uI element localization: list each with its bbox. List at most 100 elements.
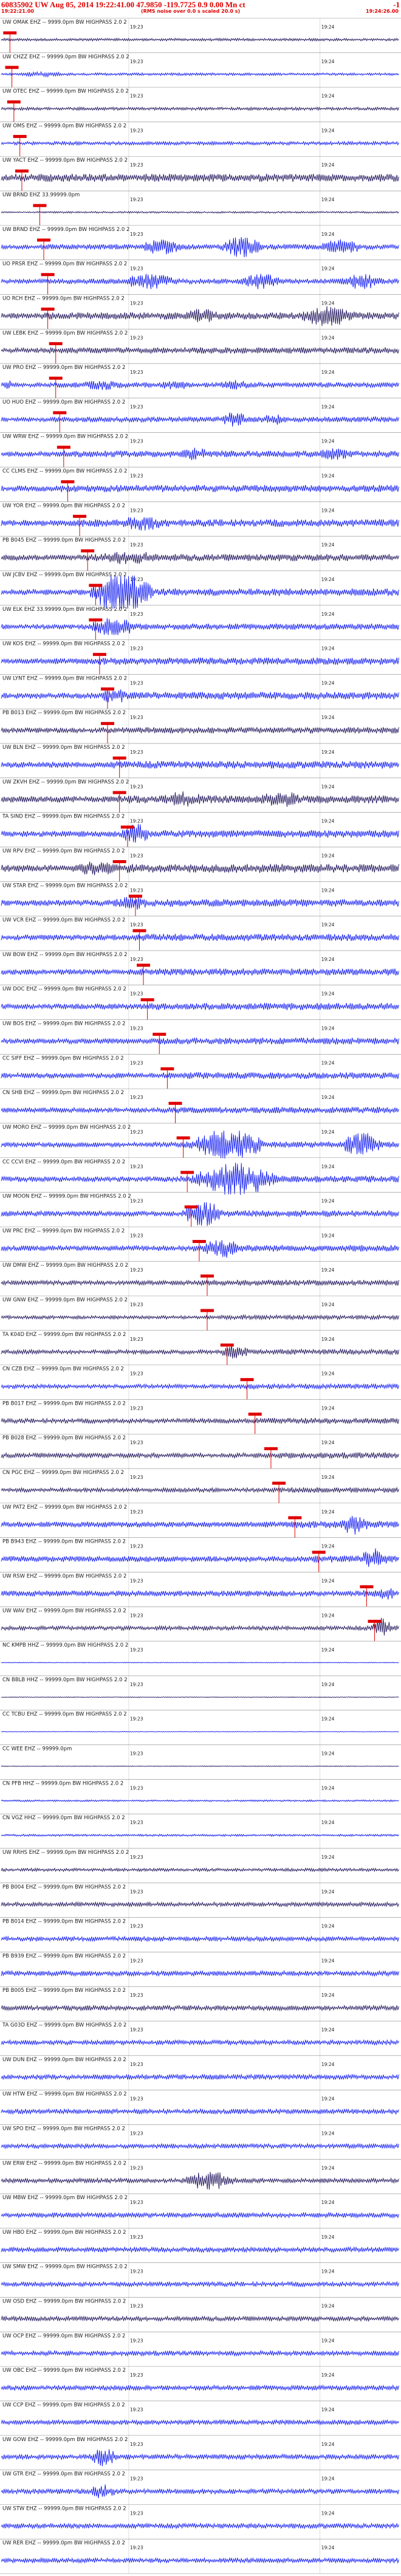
time-tick-label: 19:24 <box>321 1267 335 1273</box>
trace-label: UW JCBV EHZ -- 99999.0pm BW HIGHPASS 2.0… <box>2 572 127 578</box>
time-tick-label: 19:23 <box>130 749 143 755</box>
trace-label: UW GNW EHZ -- 99999.0pm BW HIGHPASS 2.0 … <box>2 1297 128 1303</box>
waveform-line <box>1 236 399 258</box>
trace-row: UW CHZZ EHZ -- 99999.0pm BW HIGHPASS 2.0… <box>0 52 401 88</box>
trace-row: UO RCH EHZ -- 99999.0pm BW HIGHPASS 2.0 … <box>0 294 401 329</box>
waveform-line <box>1 760 399 769</box>
trace-row: PB B943 EHZ -- 99999.0pm BW HIGHPASS 2.0… <box>0 1537 401 1572</box>
time-tick-label: 19:24 <box>321 715 335 720</box>
trace-row: UO PRSR EHZ -- 99999.0pm BW HIGHPASS 2.0… <box>0 260 401 295</box>
waveform-line <box>1 447 399 460</box>
trace-label: CC WEE EHZ -- 99999.0pm <box>2 1746 72 1752</box>
waveform-line <box>1 689 399 703</box>
trace-label: UW HTW EHZ -- 99999.0pm BW HIGHPASS 2.0 … <box>2 2092 127 2098</box>
trace-row: PB B014 EHZ -- 99999.0pm BW HIGHPASS 2.0… <box>0 1917 401 1943</box>
time-tick-label: 19:24 <box>321 1992 335 1998</box>
time-tick-label: 19:24 <box>321 680 335 686</box>
time-tick-label: 19:24 <box>321 2476 335 2482</box>
waveform-line <box>1 575 399 609</box>
trace-row: TA K04D EHZ -- 99999.0pm BW HIGHPASS 2.0… <box>0 1330 401 1365</box>
time-tick-label: 19:24 <box>321 474 335 479</box>
trace-label: UW BRND EHZ 33.99999.0pm <box>2 192 80 198</box>
trace-label: UW RPV EHZ -- 99999.0pm BW HIGHPASS 2.0 … <box>2 848 125 854</box>
waveform-line <box>1 726 399 734</box>
trace-row: UW MORO EHZ -- 99999.0pm BW HIGHPASS 2.0… <box>0 1123 401 1159</box>
waveform-line <box>1 1106 399 1114</box>
waveform-line <box>1 1314 399 1321</box>
waveform-line <box>1 2246 399 2253</box>
waveform-line <box>1 1548 399 1567</box>
trace-row: UW RSW EHZ -- 99999.0pm BW HIGHPASS 2.0 … <box>0 1572 401 1607</box>
trace-label: UW MOON EHZ -- 99999.0pm BW HIGHPASS 2.0… <box>2 1194 131 1200</box>
waveform-line <box>1 2211 399 2219</box>
waveform-line <box>1 618 399 635</box>
time-tick-label: 19:23 <box>130 1371 143 1377</box>
time-tick-label: 19:24 <box>321 1647 335 1653</box>
time-tick-label: 19:24 <box>321 59 335 64</box>
time-tick-label: 19:23 <box>130 370 143 375</box>
trace-row: UW ERW EHZ -- 99999.0pm BW HIGHPASS 2.0 … <box>0 2158 401 2190</box>
trace-label: UO HUO EHZ -- 99999.0pm BW HIGHPASS 2.0 … <box>2 399 125 405</box>
trace-label: PB B028 EHZ -- 99999.0pm BW HIGHPASS 2.0… <box>2 1435 126 1441</box>
waveform-line <box>1 1617 399 1636</box>
time-tick-label: 19:23 <box>130 1440 143 1445</box>
trace-label: CN BBLB HHZ -- 99999.0pm BW HIGHPASS 2.0… <box>2 1677 128 1683</box>
time-tick-label: 19:23 <box>130 2200 143 2205</box>
time-tick-label: 19:24 <box>321 991 335 997</box>
waveform-line <box>1 2281 399 2288</box>
trace-label: UW OTEC EHZ -- 99999.0pm BW HIGHPASS 2.0… <box>2 89 129 95</box>
trace-row: UW YACT EHZ -- 99999.0pm BW HIGHPASS 2.0… <box>0 156 401 191</box>
waveform-line <box>1 1799 399 1803</box>
trace-label: UW MBW EHZ -- 99999.0pm BW HIGHPASS 2.0 … <box>2 2195 128 2201</box>
trace-label: UW GOW EHZ -- 99999.0pm BW HIGHPASS 2.0 … <box>2 2437 128 2443</box>
time-tick-label: 19:24 <box>321 784 335 790</box>
waveform-line <box>1 1662 399 1664</box>
time-tick-label: 19:23 <box>130 2545 143 2550</box>
time-tick-label: 19:24 <box>321 2096 335 2102</box>
time-tick-label: 19:24 <box>321 2442 335 2447</box>
time-tick-label: 19:23 <box>130 784 143 790</box>
waveform-line <box>1 1833 399 1837</box>
trace-label: UW OMAK EHZ -- 9999.0pm BW HIGHPASS 2.0 … <box>2 19 127 26</box>
trace-label: CN CZB EHZ -- 99999.0pm BW HIGHPASS 2.0 … <box>2 1366 124 1372</box>
trace-row: PB B013 EHZ -- 99999.0pm BW HIGHPASS 2.0… <box>0 708 401 744</box>
time-tick-label: 19:23 <box>130 404 143 410</box>
waveform-line <box>1 71 399 78</box>
time-tick-label: 19:24 <box>321 24 335 30</box>
time-tick-label: 19:24 <box>321 1475 335 1480</box>
waveform-line <box>1 2315 399 2323</box>
waveform-line <box>1 2073 399 2081</box>
waveform-line <box>1 2522 399 2530</box>
waveform-line <box>1 2143 399 2150</box>
trace-row: UW CCP EHZ -- 99999.0pm BW HIGHPASS 2.0 … <box>0 2400 401 2426</box>
trace-row: CN CZB EHZ -- 99999.0pm BW HIGHPASS 2.0 … <box>0 1365 401 1400</box>
trace-row: PB B004 EHZ -- 99999.0pm BW HIGHPASS 2.0… <box>0 1882 401 1908</box>
trace-row: CC CCVI EHZ -- 99999.0pm BW HIGHPASS 2.0… <box>0 1157 401 1196</box>
waveform-line <box>1 1935 399 1943</box>
trace-row: TA G03D EHZ -- 99999.0pm BW HIGHPASS 2.0… <box>0 2020 401 2046</box>
trace-row: UW BRND EHZ -- 99999.0pm BW HIGHPASS 2.0… <box>0 225 401 260</box>
time-tick-label: 19:23 <box>130 1302 143 1307</box>
trace-label: UW RER EHZ -- 99999.0pm BW HIGHPASS 2.0 … <box>2 2540 125 2546</box>
trace-label: CC TCBU EHZ -- 99999.0pm BW HIGHPASS 2.0… <box>2 1712 127 1718</box>
waveform-line <box>1 1002 399 1010</box>
time-tick-label: 19:23 <box>130 1992 143 1998</box>
trace-row: UW BLN EHZ -- 99999.0pm BW HIGHPASS 2.0 … <box>0 743 401 778</box>
trace-row: UW ZKVH EHZ -- 99999.0pm BW HIGHPASS 2.0… <box>0 777 401 813</box>
waveform-line <box>1 824 399 843</box>
time-tick-label: 19:23 <box>130 1129 143 1135</box>
time-tick-label: 19:24 <box>321 577 335 582</box>
trace-label: UW HBO EHZ -- 99999.0pm BW HIGHPASS 2.0 … <box>2 2230 126 2236</box>
trace-row: PB B028 EHZ -- 99999.0pm BW HIGHPASS 2.0… <box>0 1433 401 1469</box>
trace-row: UW SPO EHZ -- 99999.0pm BW HIGHPASS 2.0 … <box>0 2124 401 2150</box>
time-tick-label: 19:23 <box>130 887 143 893</box>
time-tick-label: 19:23 <box>130 1544 143 1549</box>
trace-row: CN PGC EHZ -- 99999.0pm BW HIGHPASS 2.0 … <box>0 1468 401 1503</box>
trace-label: UW PRC EHZ -- 99999.0pm BW HIGHPASS 2.0 … <box>2 1228 125 1234</box>
trace-label: CC CLMS EHZ -- 99999.0pm BW HIGHPASS 2.0… <box>2 469 127 475</box>
time-tick-label: 19:24 <box>321 128 335 133</box>
trace-label: UW OSD EHZ -- 99999.0pm BW HIGHPASS 2.0 … <box>2 2299 126 2305</box>
time-tick-label: 19:23 <box>130 439 143 444</box>
waveform-line <box>1 2419 399 2426</box>
time-tick-label: 19:23 <box>130 1233 143 1238</box>
